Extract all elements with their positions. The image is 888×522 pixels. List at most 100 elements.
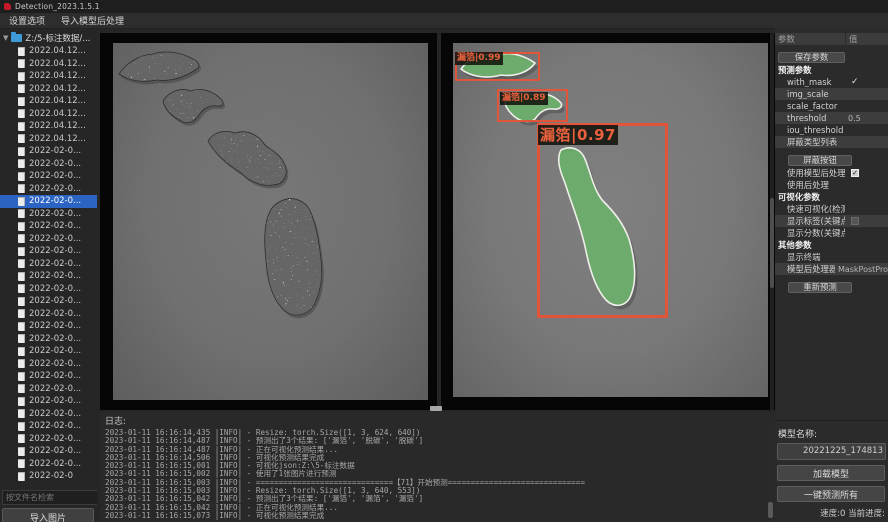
file-item[interactable]: 2022.04.12...	[0, 83, 97, 96]
file-item-label: 2022.04.12...	[29, 134, 86, 144]
param-name: 使用后处理	[775, 179, 845, 191]
file-item[interactable]: 2022-02-0...	[0, 158, 97, 171]
param-row[interactable]: 显示分数(关键点)	[775, 227, 888, 239]
param-row[interactable]: 显示终端	[775, 251, 888, 263]
file-item[interactable]: 2022-02-0...	[0, 333, 97, 346]
file-item-label: 2022-02-0...	[29, 146, 81, 156]
file-item[interactable]: 2022-02-0...	[0, 145, 97, 158]
file-icon	[18, 334, 25, 343]
file-item[interactable]: 2022-02-0...	[0, 420, 97, 433]
file-item[interactable]: 2022-02-0...	[0, 445, 97, 458]
log-panel[interactable]: 日志: 2023-01-11 16:16:14,435 |INFO| - Res…	[100, 412, 775, 522]
param-category: 可视化参数	[775, 191, 888, 203]
file-item[interactable]: 2022-02-0...	[0, 233, 97, 246]
file-item[interactable]: 2022-02-0...	[0, 345, 97, 358]
param-row[interactable]: 使用后处理	[775, 179, 888, 191]
file-icon	[18, 459, 25, 468]
file-item[interactable]: 2022-02-0...	[0, 170, 97, 183]
file-item[interactable]: 2022-02-0	[0, 470, 97, 483]
param-category: 预测参数	[775, 64, 888, 76]
file-item[interactable]: 2022.04.12...	[0, 58, 97, 71]
file-item[interactable]: 2022.04.12...	[0, 70, 97, 83]
file-icon	[18, 434, 25, 443]
speed-progress-text: 速度:0 当前进度:	[777, 507, 885, 519]
file-item[interactable]: 2022-02-0...	[0, 320, 97, 333]
param-name: img_scale	[775, 89, 845, 99]
param-row[interactable]: with_mask✓	[775, 76, 888, 88]
file-item[interactable]: 2022-02-0...	[0, 245, 97, 258]
parameters-panel: 参数 值 保存参数预测参数with_mask✓img_scalescale_fa…	[775, 28, 888, 522]
param-name: 模型后处理器	[775, 263, 835, 275]
param-row[interactable]: iou_threshold	[775, 124, 888, 136]
param-button[interactable]: 屏蔽按钮	[788, 155, 852, 166]
file-item[interactable]: 2022-02-0...	[0, 383, 97, 396]
param-value[interactable]: ✓	[845, 169, 888, 177]
param-row[interactable]: 模型后处理器MaskPostPro	[775, 263, 888, 275]
param-rows: 保存参数预测参数with_mask✓img_scalescale_factort…	[775, 45, 888, 294]
chevron-down-icon[interactable]: ▼	[3, 34, 8, 42]
param-value-text: MaskPostPro	[838, 265, 888, 274]
file-item[interactable]: 2022.04.12...	[0, 95, 97, 108]
detection-label-2: 漏箔|0.89	[500, 92, 548, 105]
file-item[interactable]: 2022.04.12...	[0, 120, 97, 133]
menu-item-settings[interactable]: 设置选项	[9, 14, 45, 27]
tree-root[interactable]: ▼ Z:/5-标注数据/...	[0, 31, 97, 44]
param-value[interactable]: ✓	[845, 77, 888, 87]
param-value[interactable]	[845, 217, 888, 225]
log-scrollbar-thumb[interactable]	[768, 502, 773, 518]
file-item[interactable]: 2022.04.12...	[0, 108, 97, 121]
params-header: 参数 值	[775, 33, 888, 45]
file-item[interactable]: 2022-02-0...	[0, 395, 97, 408]
file-item[interactable]: 2022-02-0...	[0, 258, 97, 271]
file-item[interactable]: 2022-02-0...	[0, 308, 97, 321]
file-item-label: 2022-02-0...	[29, 371, 81, 381]
predict-all-button[interactable]: 一键预测所有	[777, 486, 885, 502]
params-scrollbar-track[interactable]	[770, 33, 774, 410]
file-icon	[18, 209, 25, 218]
param-value[interactable]: MaskPostPro	[835, 265, 888, 274]
file-item[interactable]: 2022.04.12...	[0, 133, 97, 146]
param-row[interactable]: 快速可视化(检测)	[775, 203, 888, 215]
file-icon	[18, 359, 25, 368]
image-canvas-prediction[interactable]: 漏箔|0.99 漏箔|0.89 漏箔|0.97	[453, 43, 768, 397]
checkbox-empty-icon[interactable]	[851, 217, 859, 225]
file-icon	[18, 372, 25, 381]
file-item[interactable]: 2022-02-0...	[0, 358, 97, 371]
param-row[interactable]: 使用模型后处理✓	[775, 167, 888, 179]
filename-search-input[interactable]	[2, 490, 97, 505]
param-row[interactable]: scale_factor	[775, 100, 888, 112]
params-scrollbar-thumb[interactable]	[770, 198, 774, 288]
checkbox-checked-icon[interactable]: ✓	[851, 169, 859, 177]
title-bar: Detection_2023.1.5.1	[0, 0, 888, 13]
file-item[interactable]: 2022-02-0...	[0, 283, 97, 296]
menu-item-import-postprocess[interactable]: 导入模型后处理	[61, 14, 124, 27]
param-row[interactable]: 显示标签(关键点)	[775, 215, 888, 227]
param-button[interactable]: 保存参数	[778, 52, 845, 63]
param-button[interactable]: 重新预测	[788, 282, 852, 293]
file-item[interactable]: 2022-02-0...	[0, 370, 97, 383]
file-item[interactable]: 2022-02-0...	[0, 270, 97, 283]
param-value[interactable]: 0.5	[845, 114, 888, 123]
file-item[interactable]: 2022-02-0...	[0, 220, 97, 233]
file-icon	[18, 322, 25, 331]
import-images-button[interactable]: 导入图片	[2, 508, 94, 522]
load-model-button[interactable]: 加载模型	[777, 465, 885, 481]
param-row[interactable]: threshold0.5	[775, 112, 888, 124]
file-item[interactable]: 2022-02-0...	[0, 433, 97, 446]
model-name-field[interactable]: 20221225_174813	[777, 443, 886, 460]
file-item[interactable]: 2022-02-0...	[0, 458, 97, 471]
model-section: 模型名称: 20221225_174813 加载模型 一键预测所有 速度:0 当…	[775, 420, 888, 522]
param-row[interactable]: 屏蔽类型列表	[775, 136, 888, 148]
file-item[interactable]: 2022-02-0...	[0, 208, 97, 221]
file-item-label: 2022-02-0	[29, 471, 73, 481]
file-item[interactable]: 2022.04.12...	[0, 45, 97, 58]
panel-splitter-handle[interactable]	[430, 406, 442, 411]
file-item[interactable]: 2022-02-0...	[0, 195, 97, 208]
param-row[interactable]: img_scale	[775, 88, 888, 100]
tree-root-label: Z:/5-标注数据/...	[25, 32, 90, 44]
file-item[interactable]: 2022-02-0...	[0, 183, 97, 196]
params-header-value: 值	[845, 33, 888, 45]
image-canvas-original[interactable]	[113, 43, 428, 400]
file-item[interactable]: 2022-02-0...	[0, 295, 97, 308]
file-item[interactable]: 2022-02-0...	[0, 408, 97, 421]
